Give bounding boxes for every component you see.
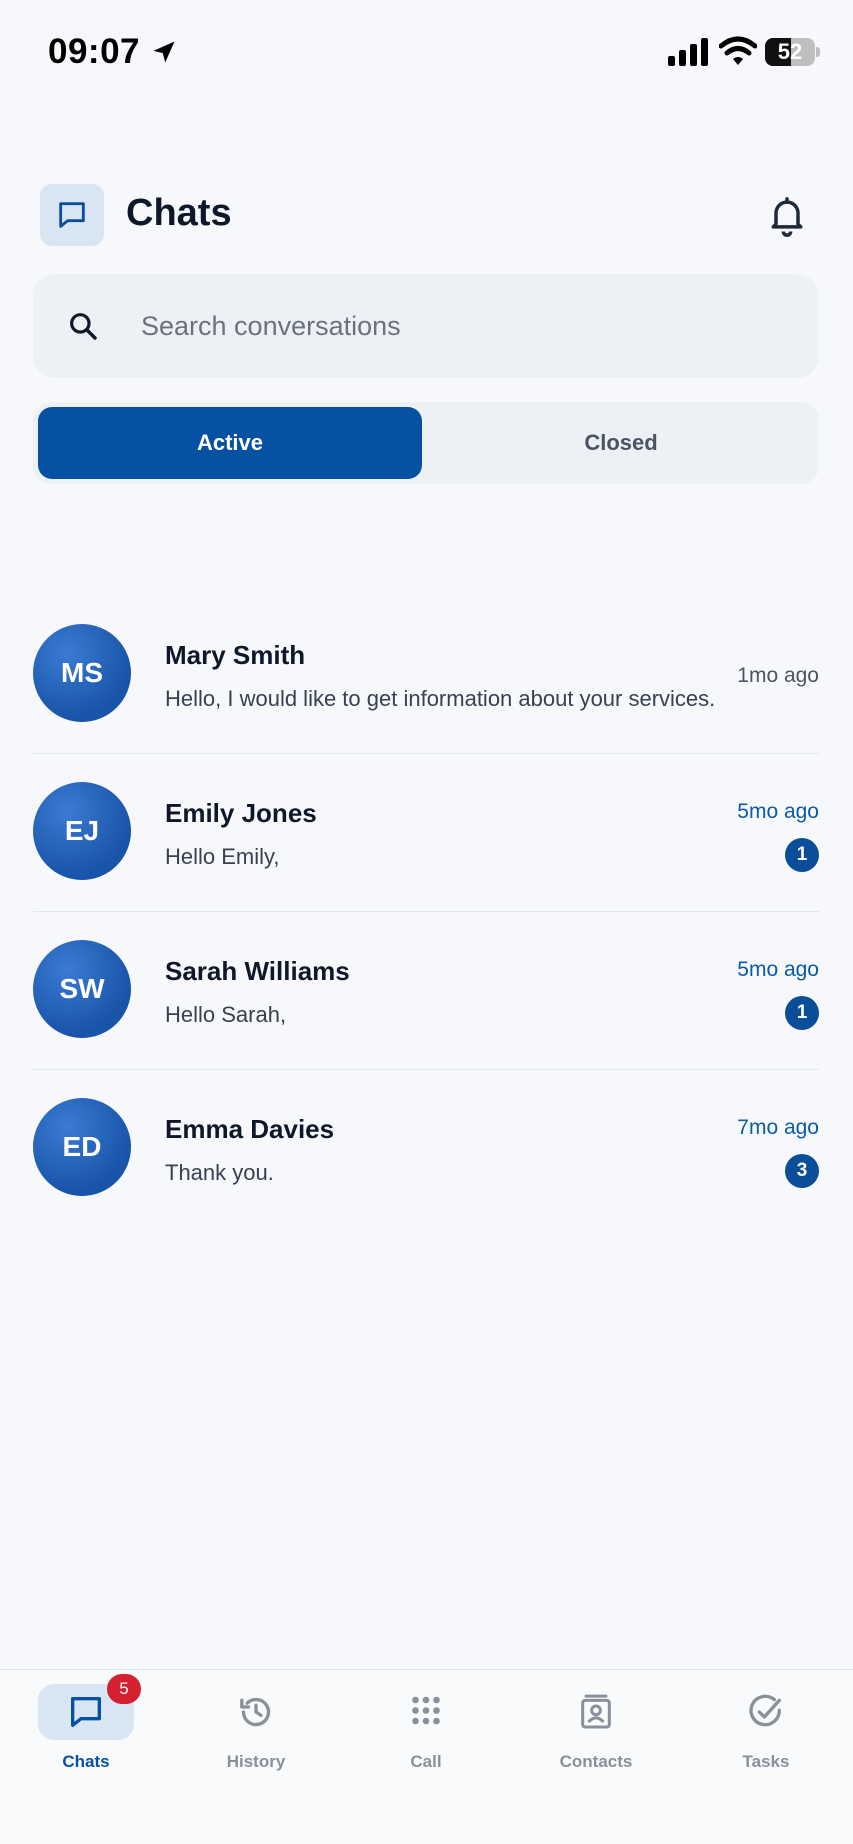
contacts-icon — [548, 1684, 644, 1740]
search-icon — [70, 313, 97, 340]
search-bar — [33, 274, 819, 378]
header: Chats — [0, 180, 853, 250]
contact-name: Emma Davies — [165, 1114, 335, 1144]
timestamp: 5mo ago — [737, 958, 819, 981]
battery-icon: 52 — [765, 38, 815, 66]
tab-tasks[interactable]: Tasks — [696, 1682, 836, 1782]
status-time: 09:07 — [48, 32, 141, 71]
tab-label: Tasks — [742, 1752, 790, 1771]
status-bar: 09:07 52 — [0, 0, 853, 104]
unread-count-badge: 1 — [785, 838, 819, 872]
segment-closed[interactable]: Closed — [429, 407, 813, 479]
message-preview: Hello Emily, — [165, 844, 280, 869]
tab-contacts[interactable]: Contacts — [526, 1682, 666, 1782]
tab-chats[interactable]: 5 Chats — [16, 1674, 156, 1782]
conversation-row[interactable]: ED Emma Davies Thank you. 7mo ago 3 — [33, 1070, 819, 1228]
unread-count-badge: 3 — [785, 1154, 819, 1188]
bell-icon[interactable] — [765, 192, 809, 238]
tab-history[interactable]: History — [186, 1682, 326, 1782]
tab-label: History — [226, 1752, 286, 1771]
search-input[interactable] — [141, 274, 781, 378]
contact-name: Emily Jones — [165, 798, 317, 828]
wifi-icon — [719, 36, 757, 65]
timestamp: 7mo ago — [737, 1116, 819, 1139]
tasks-icon — [718, 1684, 814, 1740]
location-arrow-icon — [153, 41, 175, 63]
message-preview: Hello, I would like to get information a… — [165, 686, 716, 711]
contact-name: Mary Smith — [165, 640, 306, 670]
avatar: SW — [33, 940, 131, 1038]
avatar: MS — [33, 624, 131, 722]
chats-badge: 5 — [107, 1674, 141, 1704]
message-preview: Hello Sarah, — [165, 1002, 287, 1027]
conversation-row[interactable]: MS Mary Smith Hello, I would like to get… — [33, 596, 819, 754]
segment-active[interactable]: Active — [38, 407, 422, 479]
conversation-list: MS Mary Smith Hello, I would like to get… — [33, 596, 819, 1228]
unread-count-badge: 1 — [785, 996, 819, 1030]
bottom-tab-bar: 5 Chats History Call Contacts Tasks — [0, 1669, 853, 1844]
tab-label: Contacts — [559, 1752, 633, 1771]
avatar: EJ — [33, 782, 131, 880]
battery-cap — [816, 47, 820, 57]
tab-label: Chats — [62, 1752, 110, 1771]
signal-icon — [668, 38, 708, 66]
dialpad-icon — [378, 1684, 474, 1740]
status-segmented-control: Active Closed — [33, 402, 819, 484]
history-icon — [208, 1684, 304, 1740]
timestamp: 5mo ago — [737, 800, 819, 823]
timestamp: 1mo ago — [737, 664, 819, 687]
chat-icon — [40, 184, 104, 246]
conversation-row[interactable]: EJ Emily Jones Hello Emily, 5mo ago 1 — [33, 754, 819, 912]
conversation-row[interactable]: SW Sarah Williams Hello Sarah, 5mo ago 1 — [33, 912, 819, 1070]
contact-name: Sarah Williams — [165, 956, 350, 986]
page-title: Chats — [126, 192, 232, 234]
tab-label: Call — [410, 1752, 442, 1771]
tab-call[interactable]: Call — [356, 1682, 496, 1782]
battery-level: 52 — [777, 39, 803, 64]
avatar: ED — [33, 1098, 131, 1196]
message-preview: Thank you. — [165, 1160, 274, 1185]
